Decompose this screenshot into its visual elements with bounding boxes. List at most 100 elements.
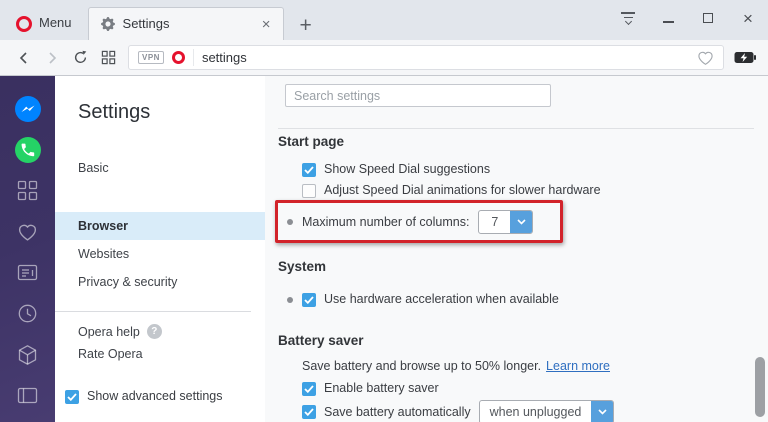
opera-logo-icon [16, 15, 32, 32]
tab-menu-button[interactable] [608, 0, 648, 36]
speed-dial-icon [17, 180, 38, 201]
close-button[interactable]: × [728, 0, 768, 36]
help-icon: ? [146, 324, 162, 339]
nav-item-websites[interactable]: Websites [55, 240, 265, 268]
nav-item-privacy-security[interactable]: Privacy & security [55, 268, 265, 296]
checkmark-icon [304, 408, 314, 416]
extensions-cube-icon [18, 344, 37, 365]
advanced-bullet-icon [287, 296, 293, 303]
tab-menu-icon [621, 12, 635, 26]
battery-auto-value: when unplugged [489, 404, 582, 419]
search-input[interactable] [285, 84, 551, 107]
navigation-toolbar: VPN settings [0, 40, 768, 76]
show-suggestions-label: Show Speed Dial suggestions [324, 162, 491, 176]
vpn-badge[interactable]: VPN [138, 51, 164, 64]
show-suggestions-row: Show Speed Dial suggestions [302, 160, 768, 179]
url-text[interactable]: settings [202, 50, 689, 65]
bookmark-heart-icon[interactable] [697, 50, 714, 66]
max-columns-select[interactable]: 7 [478, 210, 534, 234]
battery-saver-button[interactable] [734, 51, 756, 64]
adjust-animations-label: Adjust Speed Dial animations for slower … [324, 183, 601, 197]
rail-speed-dial-button[interactable] [0, 170, 55, 211]
maximize-button[interactable] [688, 0, 728, 36]
minimize-button[interactable] [648, 0, 688, 36]
opera-menu-button[interactable]: Menu [8, 7, 88, 40]
speed-dial-button[interactable] [94, 44, 122, 72]
history-clock-icon [18, 304, 37, 323]
opera-help-label: Opera help [78, 324, 140, 339]
new-tab-button[interactable]: + [284, 15, 328, 36]
back-icon [19, 51, 27, 64]
back-button[interactable] [10, 44, 38, 72]
section-title-start-page: Start page [278, 134, 345, 149]
address-separator [192, 49, 194, 66]
rate-opera-label: Rate Opera [78, 347, 143, 361]
reload-icon [74, 50, 86, 63]
tab-close-icon[interactable]: × [260, 17, 273, 32]
forward-icon [49, 51, 57, 64]
adjust-animations-checkbox[interactable] [302, 183, 316, 198]
show-advanced-settings-row: Show advanced settings [65, 387, 223, 406]
nav-item-browser[interactable]: Browser [55, 212, 265, 240]
bookmarks-heart-icon [18, 224, 37, 241]
reload-button[interactable] [66, 44, 94, 72]
adjust-animations-row: Adjust Speed Dial animations for slower … [302, 181, 768, 200]
minimize-icon [662, 21, 674, 23]
opera-browser-window: Menu Settings × + × VPN settings Setting… [0, 0, 768, 422]
settings-nav: Settings Basic Browser Websites Privacy … [55, 76, 265, 422]
show-suggestions-checkbox[interactable] [302, 162, 316, 177]
section-title-battery-saver: Battery saver [278, 333, 364, 348]
max-columns-value: 7 [491, 215, 499, 229]
address-bar[interactable]: VPN settings [128, 45, 724, 70]
sidebar-setup-button[interactable] [0, 375, 55, 416]
hardware-acceleration-row: Use hardware acceleration when available [287, 290, 768, 309]
save-battery-auto-label: Save battery automatically [324, 404, 471, 419]
select-dropdown-button[interactable] [591, 401, 614, 422]
personal-news-icon [17, 264, 38, 281]
opera-site-icon [171, 51, 185, 64]
rate-opera-link[interactable]: Rate Opera [55, 345, 265, 367]
opera-help-link[interactable]: Opera help ? [55, 312, 265, 345]
sidebar-rail [0, 76, 55, 422]
page-title: Settings [78, 101, 151, 123]
history-button[interactable] [0, 293, 55, 334]
show-advanced-settings-checkbox[interactable] [65, 389, 79, 404]
max-columns-highlight: Maximum number of columns: 7 [275, 200, 564, 243]
battery-icon [734, 52, 756, 63]
checkmark-icon [304, 165, 314, 174]
battery-auto-select[interactable]: when unplugged [478, 400, 615, 422]
save-battery-auto-row: Save battery automatically when unplugge… [302, 400, 768, 422]
learn-more-link[interactable]: Learn more [546, 357, 610, 376]
close-icon: × [743, 8, 753, 28]
whatsapp-icon [14, 136, 41, 163]
battery-description: Save battery and browse up to 50% longer… [302, 359, 542, 373]
section-title-system: System [278, 259, 327, 274]
checkmark-icon [304, 295, 314, 304]
enable-battery-saver-checkbox[interactable] [302, 381, 316, 396]
battery-description-row: Save battery and browse up to 50% longer… [302, 357, 768, 376]
bookmarks-button[interactable] [0, 211, 55, 252]
save-battery-auto-checkbox[interactable] [302, 405, 316, 419]
tab-settings[interactable]: Settings × [87, 7, 284, 40]
messenger-icon [14, 95, 41, 122]
hardware-acceleration-checkbox[interactable] [302, 292, 316, 307]
nav-item-basic[interactable]: Basic [55, 154, 265, 182]
enable-battery-saver-label: Enable battery saver [324, 381, 439, 395]
select-dropdown-button[interactable] [510, 211, 533, 233]
window-controls: × [608, 0, 768, 36]
scrollbar-thumb[interactable] [755, 357, 765, 417]
tab-title: Settings [122, 16, 170, 31]
titlebar: Menu Settings × + × [0, 0, 768, 40]
chevron-down-icon [517, 219, 526, 225]
max-columns-label: Maximum number of columns: [302, 215, 470, 229]
show-advanced-settings-label: Show advanced settings [87, 389, 223, 403]
menu-label: Menu [39, 15, 72, 30]
extensions-button[interactable] [0, 334, 55, 375]
personal-news-button[interactable] [0, 252, 55, 293]
forward-button[interactable] [38, 44, 66, 72]
maximize-icon [703, 13, 713, 23]
messenger-button[interactable] [0, 88, 55, 129]
whatsapp-button[interactable] [0, 129, 55, 170]
checkmark-icon [304, 384, 314, 393]
chevron-down-icon [598, 409, 607, 415]
